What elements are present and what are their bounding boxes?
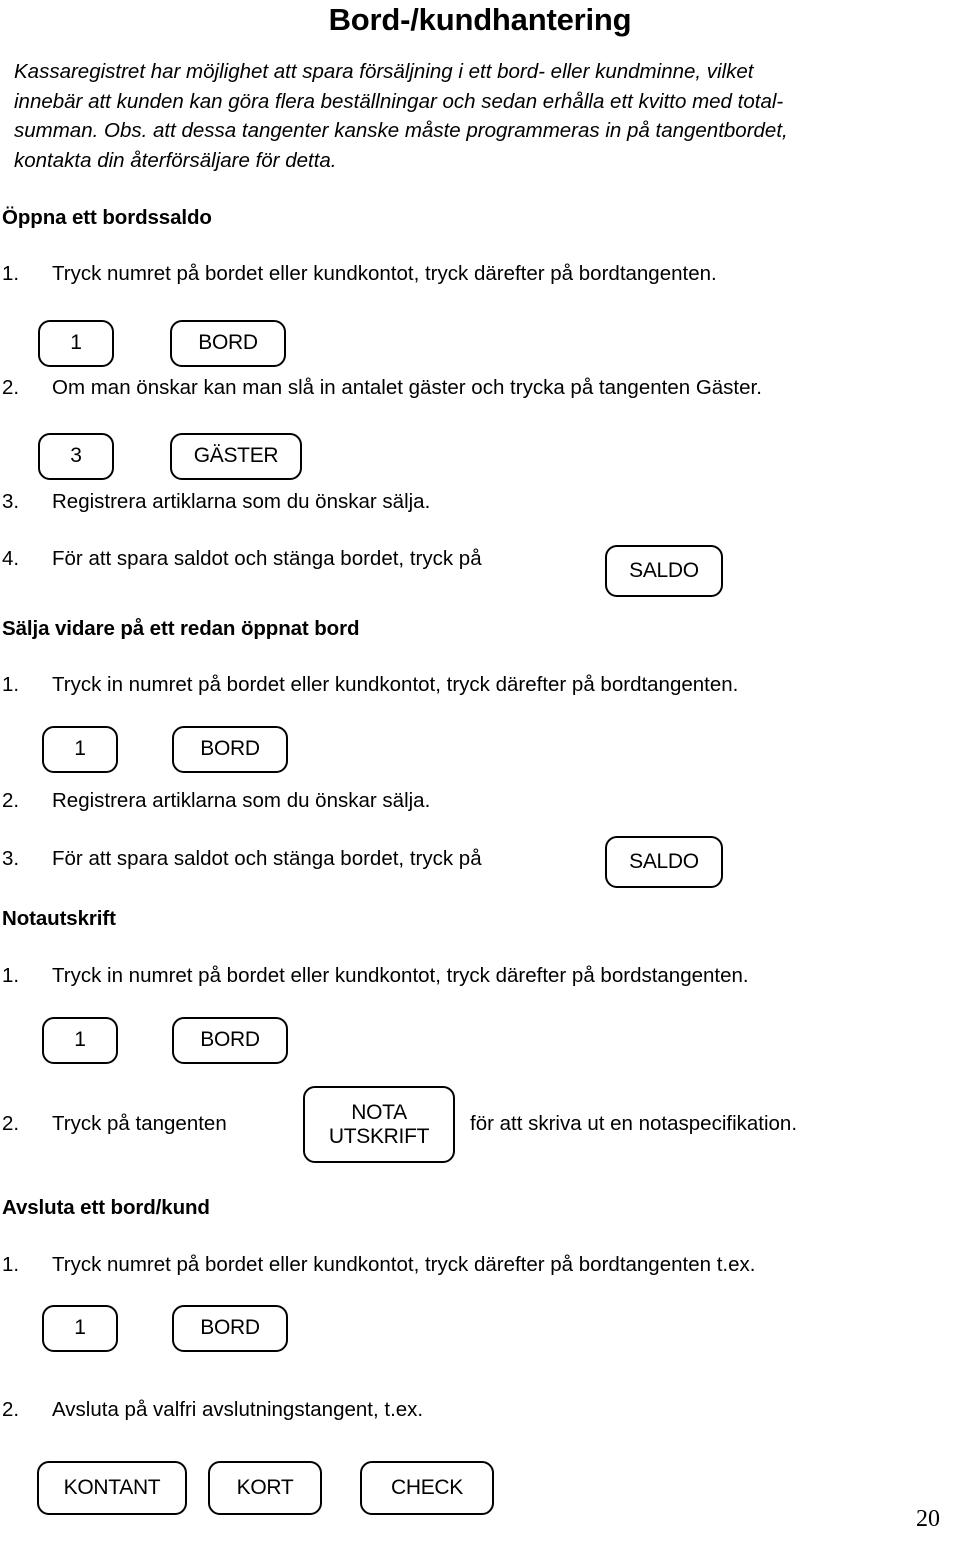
step-open-1-text: Tryck numret på bordet eller kundkontot,… <box>52 262 717 285</box>
key-number-1-sell[interactable]: 1 <box>42 726 118 773</box>
intro-line-3: summan. Obs. att dessa tangenter kanske … <box>14 119 788 142</box>
key-kort[interactable]: KORT <box>208 1461 322 1515</box>
intro-line-4: kontakta din återförsäljare för detta. <box>14 148 337 172</box>
step-sell-2-number: 2. <box>2 789 20 812</box>
step-open-1-number: 1. <box>2 262 20 285</box>
step-sell-1: 1. Tryck in numret på bordet eller kundko… <box>2 673 738 697</box>
key-bord-open[interactable]: BORD <box>170 320 286 367</box>
step-sell-1-number: 1. <box>2 673 20 696</box>
step-close-1-text: Tryck numret på bordet eller kundkontot,… <box>52 1253 756 1276</box>
step-open-2-number: 2. <box>2 376 20 399</box>
step-sell-3-number: 3. <box>2 847 20 870</box>
step-open-3-text: Registrera artiklarna som du önskar sälj… <box>52 490 431 513</box>
step-sell-3-text: För att spara saldot och stänga bordet, … <box>52 847 482 870</box>
step-close-2-number: 2. <box>2 1398 20 1421</box>
key-kontant[interactable]: KONTANT <box>37 1461 187 1515</box>
step-open-4-text: För att spara saldot och stänga bordet, … <box>52 547 482 570</box>
step-open-1: 1. Tryck numret på bordet eller kundkonto… <box>2 262 717 286</box>
step-receipt-1-number: 1. <box>2 964 20 987</box>
step-receipt-2-text-after: för att skriva ut en notaspecifikation. <box>470 1112 798 1135</box>
step-close-1: 1. Tryck numret på bordet eller kundkonto… <box>2 1253 755 1277</box>
page-title: Bord-/kundhantering <box>328 2 632 37</box>
step-close-2: 2. Avsluta på valfri avslutningstangent, … <box>2 1398 423 1422</box>
key-saldo-sell[interactable]: SALDO <box>605 836 723 888</box>
step-open-4: 4. För att spara saldot och stänga bordet… <box>2 547 482 571</box>
step-receipt-1: 1. Tryck in numret på bordet eller kundko… <box>2 964 749 988</box>
step-open-3-number: 3. <box>2 490 20 513</box>
heading-close-table: Avsluta ett bord/kund <box>2 1196 210 1219</box>
heading-open-balance: Öppna ett bordssaldo <box>2 206 212 229</box>
step-receipt-2: 2. Tryck på tangenten <box>2 1112 227 1136</box>
key-bord-close[interactable]: BORD <box>172 1305 288 1352</box>
step-receipt-2-text: Tryck på tangenten <box>52 1112 227 1135</box>
step-open-2-text: Om man önskar kan man slå in antalet gäs… <box>52 376 762 399</box>
intro-line-1: Kassaregistret har möjlighet att spara f… <box>14 60 754 83</box>
key-bord-sell[interactable]: BORD <box>172 726 288 773</box>
key-number-1-close[interactable]: 1 <box>42 1305 118 1352</box>
step-close-2-text: Avsluta på valfri avslutningstangent, t.… <box>52 1398 424 1421</box>
step-sell-1-text: Tryck in numret på bordet eller kundkont… <box>52 673 739 696</box>
step-receipt-1-text: Tryck in numret på bordet eller kundkont… <box>52 964 749 987</box>
key-nota-utskrift[interactable]: NOTA UTSKRIFT <box>303 1086 455 1163</box>
key-gaster[interactable]: GÄSTER <box>170 433 302 480</box>
key-number-1-open[interactable]: 1 <box>38 320 114 367</box>
intro-line-2: innebär att kunden kan göra flera bestäl… <box>14 89 784 113</box>
key-number-3-guests[interactable]: 3 <box>38 433 114 480</box>
key-saldo-open[interactable]: SALDO <box>605 545 723 597</box>
key-number-1-receipt[interactable]: 1 <box>42 1017 118 1064</box>
page-number: 20 <box>916 1506 940 1532</box>
key-check[interactable]: CHECK <box>360 1461 494 1515</box>
document-page: Bord-/kundhantering Kassaregistret har m… <box>0 0 960 1541</box>
step-close-1-number: 1. <box>2 1253 20 1276</box>
step-sell-3: 3. För att spara saldot och stänga bordet… <box>2 847 482 871</box>
step-sell-2: 2. Registrera artiklarna som du önskar sä… <box>2 789 430 813</box>
step-open-4-number: 4. <box>2 547 20 570</box>
step-open-3: 3. Registrera artiklarna som du önskar sä… <box>2 490 430 514</box>
key-bord-receipt[interactable]: BORD <box>172 1017 288 1064</box>
step-open-2: 2. Om man önskar kan man slå in antalet g… <box>2 376 762 400</box>
heading-receipt-print: Notautskrift <box>2 907 116 930</box>
step-sell-2-text: Registrera artiklarna som du önskar sälj… <box>52 789 431 812</box>
heading-sell-more: Sälja vidare på ett redan öppnat bord <box>2 617 360 640</box>
step-receipt-2-number: 2. <box>2 1112 20 1135</box>
intro-paragraph: Kassaregistret har möjlighet att spara f… <box>14 57 932 175</box>
